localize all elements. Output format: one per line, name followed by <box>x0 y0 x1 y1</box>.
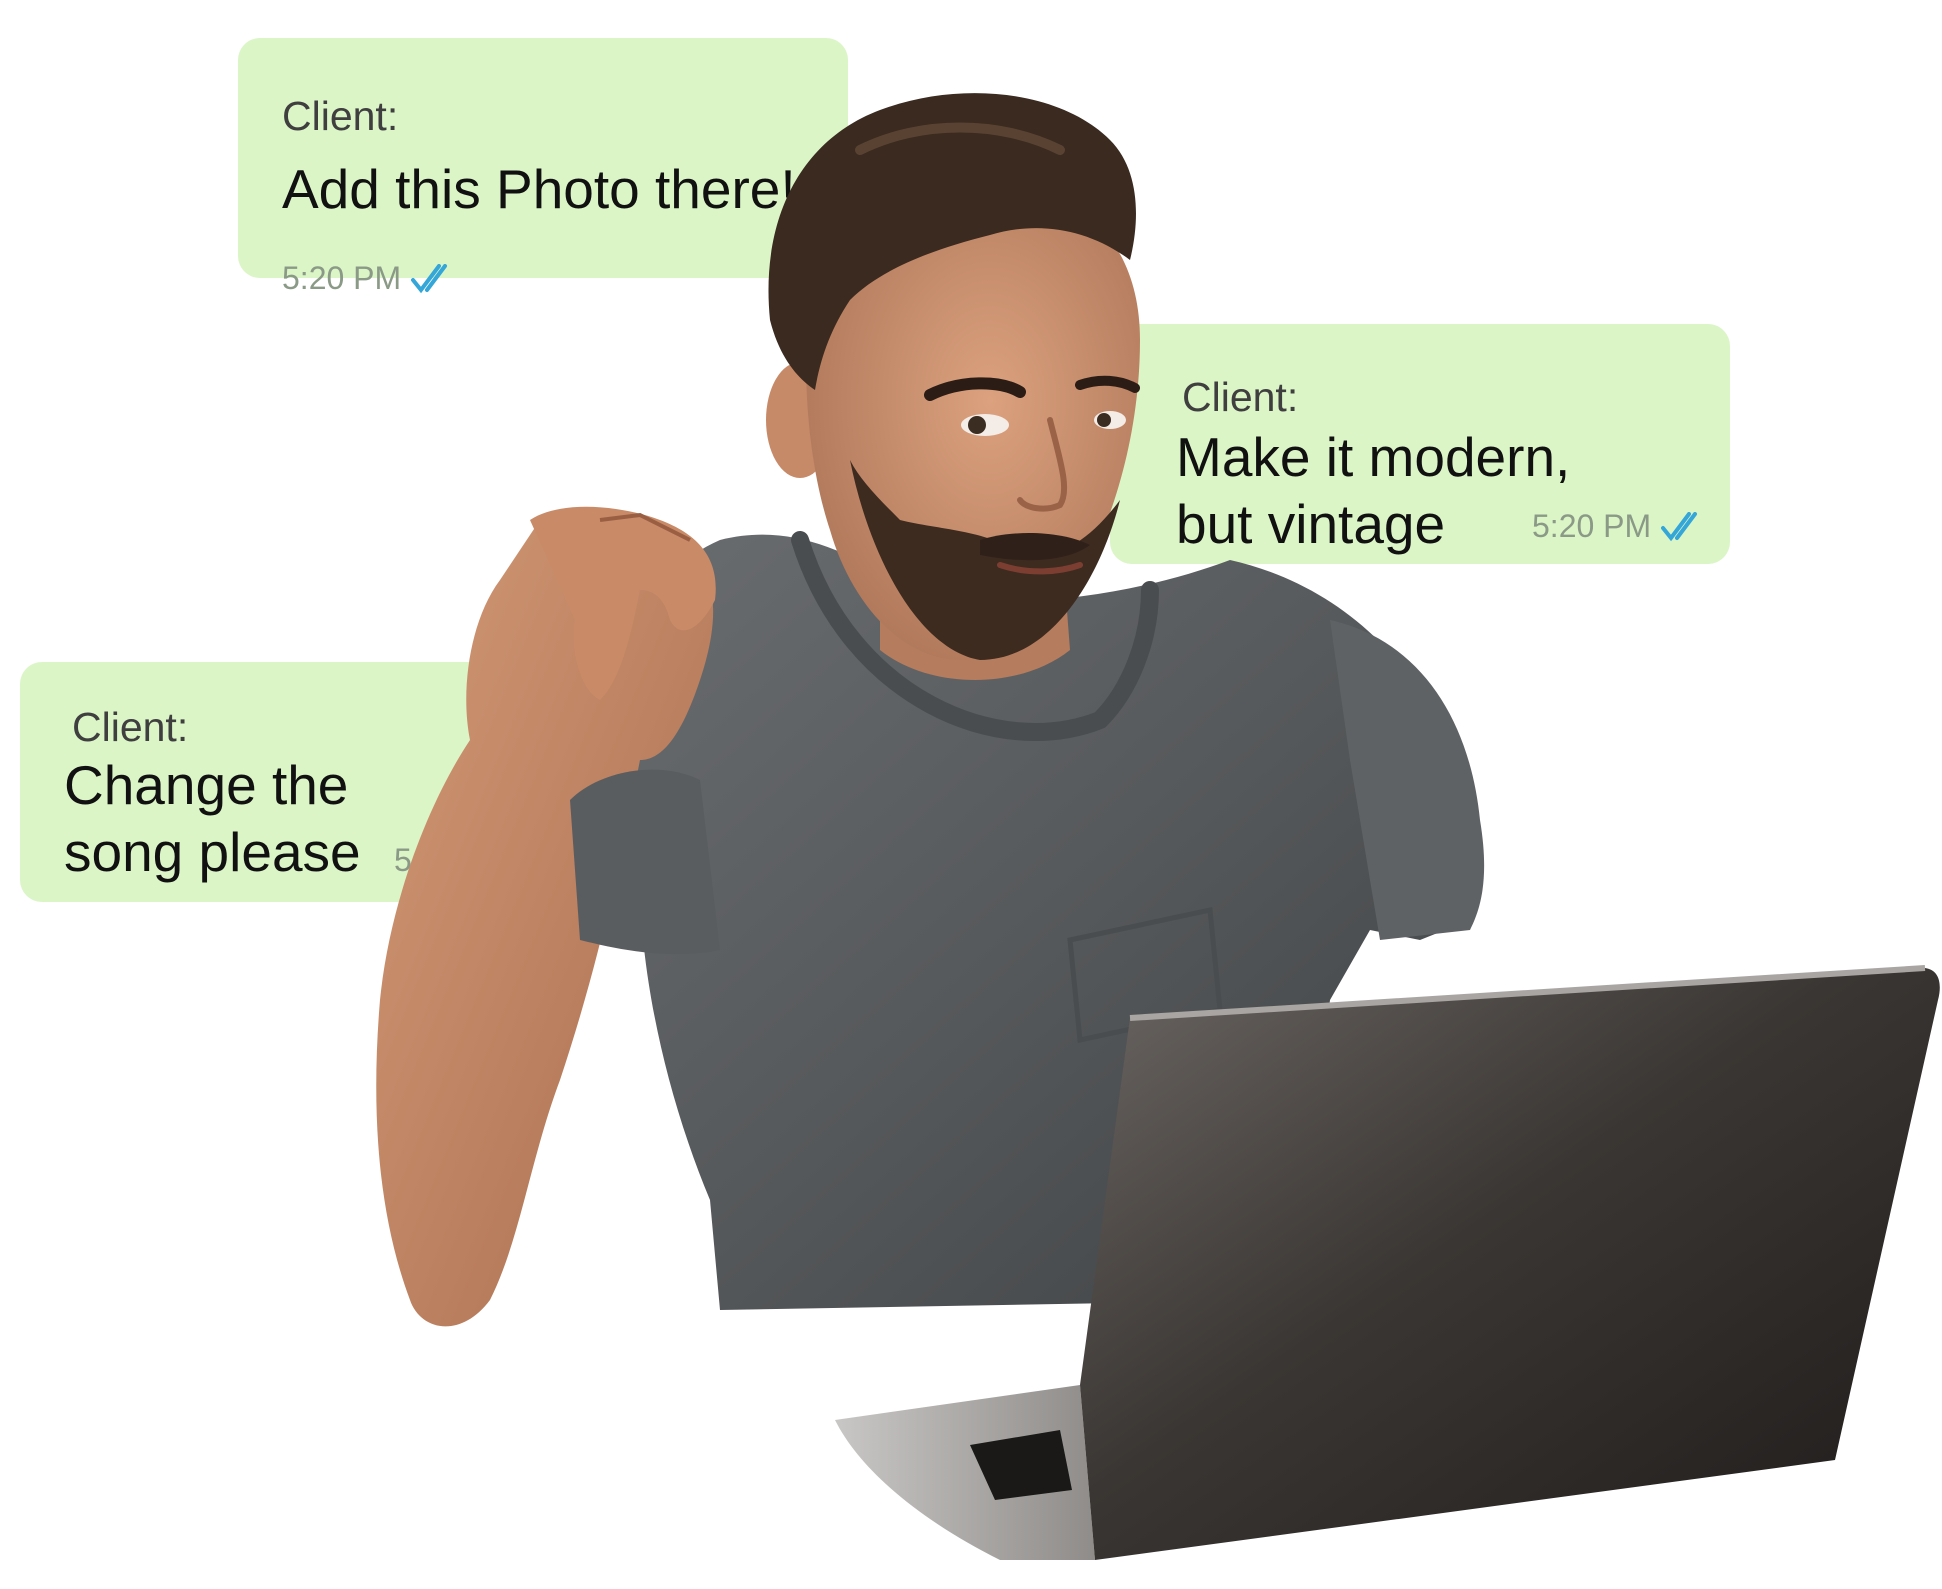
laptop <box>835 965 1940 1560</box>
laptop-lid <box>1080 968 1940 1560</box>
scene: Client: Add this Photo there! 5:20 PM Cl… <box>0 0 1942 1589</box>
